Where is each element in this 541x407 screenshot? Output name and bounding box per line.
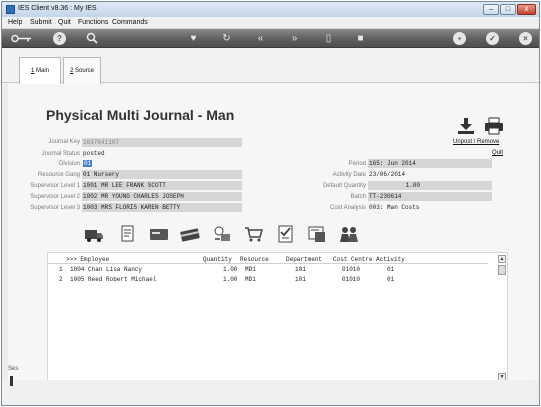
close-icon[interactable]: ×: [519, 32, 532, 45]
cell-department: 101: [295, 266, 306, 273]
cell-department: 101: [295, 276, 306, 283]
printer-icon[interactable]: [484, 117, 504, 135]
tab-source-label: Source: [73, 68, 95, 74]
quit-link[interactable]: Quit: [492, 150, 503, 156]
menu-help[interactable]: Help: [8, 19, 22, 26]
resource-gang-label: Resource Gang: [37, 172, 80, 178]
cell-employee: 1005 Reed Robert Michael: [70, 276, 157, 283]
stop-icon[interactable]: ■: [354, 32, 367, 45]
app-window: IES Client v8.36 : My IES – □ x Help Sub…: [1, 1, 540, 406]
tab-main[interactable]: 1 Main: [19, 57, 61, 84]
menu-bar: Help Submit Quit Functions Commands: [2, 17, 539, 29]
help-icon[interactable]: ?: [53, 32, 66, 45]
cell-cost-centre: 01010: [342, 276, 361, 283]
division-value: 01: [83, 160, 93, 167]
journal-key-label: Journal Key: [48, 139, 80, 145]
swap-icon[interactable]: [212, 224, 232, 244]
minimize-button[interactable]: –: [483, 4, 499, 15]
refresh-icon[interactable]: ↻: [220, 32, 233, 45]
document-icon[interactable]: [118, 224, 138, 244]
division-field[interactable]: 01: [82, 159, 242, 168]
journal-key-field[interactable]: 1697641107: [82, 138, 242, 147]
card-icon[interactable]: [149, 224, 169, 244]
cell-quantity: 1.00: [223, 266, 238, 273]
batch-label: Batch: [350, 194, 366, 200]
row-number: 1: [59, 266, 63, 273]
supervisor-level-2-label: Supervisor Level 2: [30, 194, 80, 200]
supervisor-level-1-label: Supervisor Level 1: [30, 183, 80, 189]
default-quantity-field[interactable]: 1.00: [368, 181, 492, 190]
check-icon[interactable]: ✓: [486, 32, 499, 45]
menu-quit[interactable]: Quit: [58, 19, 71, 26]
activity-date-field[interactable]: 23/06/2014: [368, 170, 492, 179]
status-bar: Ses: [2, 366, 539, 405]
stamp-icon[interactable]: [307, 224, 327, 244]
cell-resource: MD1: [245, 276, 256, 283]
main-panel: Physical Multi Journal - Man Journal Key…: [8, 84, 534, 382]
supervisor-level-1-field[interactable]: 1001 MR LEE FRANK SCOTT: [82, 181, 242, 190]
payment-card-icon[interactable]: [180, 224, 200, 244]
cell-activity: 01: [387, 266, 395, 273]
cell-quantity: 1.00: [223, 276, 238, 283]
period-label: Period: [348, 161, 366, 167]
scroll-thumb[interactable]: [498, 265, 506, 275]
col-cost-centre[interactable]: Cost Centre: [333, 256, 373, 263]
title-bar: IES Client v8.36 : My IES – □ x: [2, 2, 539, 17]
scroll-up-icon[interactable]: ▲: [498, 255, 506, 263]
menu-commands[interactable]: Commands: [112, 19, 148, 26]
col-activity[interactable]: Activity: [376, 256, 405, 263]
cost-analysis-label: Cost Analysis: [329, 205, 366, 211]
col-employee[interactable]: >>> Employee: [66, 256, 109, 263]
division-label: Division: [58, 161, 80, 167]
session-text: Ses: [8, 366, 19, 372]
truck-icon[interactable]: [84, 224, 104, 244]
heart-icon[interactable]: ♥: [187, 32, 200, 45]
app-icon: [6, 5, 15, 14]
page-title: Physical Multi Journal - Man: [46, 107, 235, 123]
cell-employee: 1004 Chan Lisa Nancy: [70, 266, 143, 273]
search-icon[interactable]: [86, 32, 99, 45]
batch-field[interactable]: TT-230614: [368, 192, 492, 201]
journal-status-value: posted: [83, 150, 105, 157]
people-icon[interactable]: [339, 224, 359, 244]
supervisor-level-2-field[interactable]: 1002 MR YOUNG CHARLES JOSEPH: [82, 192, 242, 201]
cart-icon[interactable]: [244, 224, 264, 244]
tab-source[interactable]: 2 Source: [63, 57, 101, 84]
cell-cost-centre: 01010: [342, 266, 361, 273]
tab-main-label: Main: [34, 68, 49, 74]
cursor-marker: [10, 376, 13, 386]
col-resource[interactable]: Resource: [240, 256, 269, 263]
bin-icon[interactable]: ▯: [322, 32, 335, 45]
first-icon[interactable]: «: [254, 32, 267, 45]
download-icon[interactable]: [457, 117, 475, 135]
col-department[interactable]: Department: [286, 256, 322, 263]
cell-resource: MD1: [245, 266, 256, 273]
menu-functions[interactable]: Functions: [78, 19, 108, 26]
row-number: 2: [59, 276, 63, 283]
default-quantity-label: Default Quantity: [322, 183, 366, 189]
grid-scrollbar[interactable]: ▲ ▼: [498, 255, 506, 381]
activity-date-label: Activity Date: [332, 172, 366, 178]
supervisor-level-3-label: Supervisor Level 3: [30, 205, 80, 211]
employee-grid: >>> Employee Quantity Resource Departmen…: [47, 252, 508, 382]
tab-strip: 1 Main 2 Source: [2, 49, 539, 84]
menu-submit[interactable]: Submit: [30, 19, 52, 26]
last-icon[interactable]: »: [288, 32, 301, 45]
journal-status-label: Journal Status: [41, 151, 80, 157]
grid-header: >>> Employee Quantity Resource Departmen…: [48, 256, 488, 264]
resource-gang-field[interactable]: 01 Nursery: [82, 170, 242, 179]
key-icon[interactable]: [11, 32, 33, 45]
cell-activity: 01: [387, 276, 395, 283]
maximize-button[interactable]: □: [500, 4, 516, 15]
toolbar: ? ♥ ↻ « » ▯ ■ ▪ ✓ ×: [2, 29, 539, 48]
period-field[interactable]: 165: Jun 2014: [368, 159, 492, 168]
close-window-button[interactable]: x: [517, 4, 536, 15]
supervisor-level-3-field[interactable]: 1003 MRS FLORIS KAREN BETTY: [82, 203, 242, 212]
window-title: IES Client v8.36 : My IES: [18, 5, 97, 12]
cost-analysis-field[interactable]: 003: Man Costs: [368, 203, 492, 212]
lock-icon[interactable]: ▪: [453, 32, 466, 45]
unpost-remove-link[interactable]: Unpost / Remove: [453, 139, 499, 145]
checklist-icon[interactable]: [276, 224, 296, 244]
col-quantity[interactable]: Quantity: [203, 256, 232, 263]
